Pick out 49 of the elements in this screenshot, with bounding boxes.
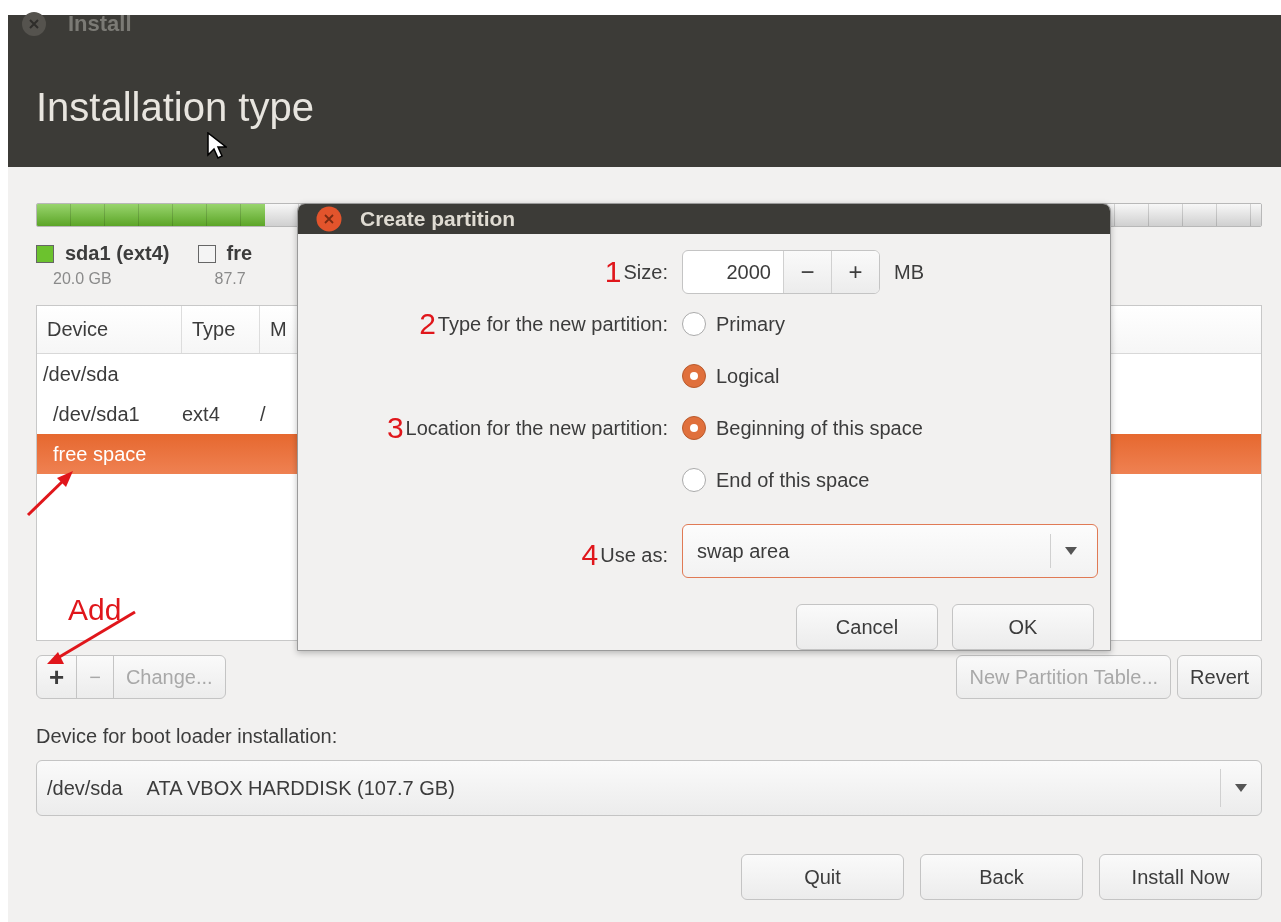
partition-name: sda1 (ext4) (65, 242, 170, 266)
annotation-number: 2 (419, 307, 436, 341)
dialog-title: Create partition (360, 207, 516, 231)
column-header[interactable]: Type (182, 306, 260, 353)
caret-icon (1065, 547, 1077, 555)
boot-loader-label: Device for boot loader installation: (36, 725, 339, 748)
annotation-number: 4 (581, 538, 599, 572)
boot-loader-dropdown[interactable]: /dev/sda ATA VBOX HARDDISK (107.7 GB) (36, 760, 1262, 816)
footer-button[interactable]: Back (920, 854, 1083, 900)
page-heading: Installation type (36, 85, 315, 130)
annotation-number: 1 (604, 255, 622, 289)
type-cell-text: ext4 (182, 402, 221, 426)
unit-label: MB (894, 260, 924, 284)
caret-icon (1235, 784, 1247, 792)
radio-label[interactable]: End of this space (716, 468, 870, 492)
radio-label[interactable]: Logical (716, 364, 780, 388)
partition-name: fre (226, 242, 253, 266)
radio-button[interactable] (682, 312, 706, 336)
increment-button[interactable]: + (831, 251, 879, 293)
radio-label[interactable]: Primary (716, 312, 785, 336)
footer-button[interactable]: Install Now (1099, 854, 1262, 900)
annotation-number: 3 (386, 411, 404, 445)
radio-button[interactable] (682, 364, 706, 388)
cursor-icon (207, 132, 227, 160)
dialog-button[interactable]: OK (952, 604, 1094, 650)
type-label: Type for the new partition: (437, 312, 668, 336)
use-as-label: Use as: (600, 543, 668, 567)
radio-button[interactable] (682, 416, 706, 440)
radio-button[interactable] (682, 468, 706, 492)
footer-button[interactable]: Quit (741, 854, 904, 900)
partition-size: 20.0 GB (53, 269, 113, 288)
location-label: Location for the new partition: (405, 416, 668, 440)
decrement-button[interactable]: − (783, 251, 831, 293)
dialog-button[interactable]: Cancel (796, 604, 938, 650)
close-icon[interactable] (22, 12, 46, 36)
partition-size: 87.7 (214, 269, 247, 288)
device-cell-text: free space (52, 442, 148, 466)
window-title: Install (68, 11, 132, 37)
radio-label[interactable]: Beginning of this space (716, 416, 923, 440)
annotation-arrow (26, 471, 73, 517)
size-input[interactable]: 2000 (683, 251, 783, 293)
annotation-text: Add (68, 593, 122, 627)
device-cell-text: /dev/sda1 (52, 402, 141, 426)
column-header[interactable]: Device (37, 306, 182, 353)
use-as-dropdown[interactable]: swap area (682, 524, 1098, 578)
column-header[interactable]: M (260, 306, 297, 353)
toolbar-button[interactable]: Revert (1177, 655, 1262, 699)
size-label: Size: (623, 260, 668, 284)
mount-cell: / (260, 402, 266, 426)
